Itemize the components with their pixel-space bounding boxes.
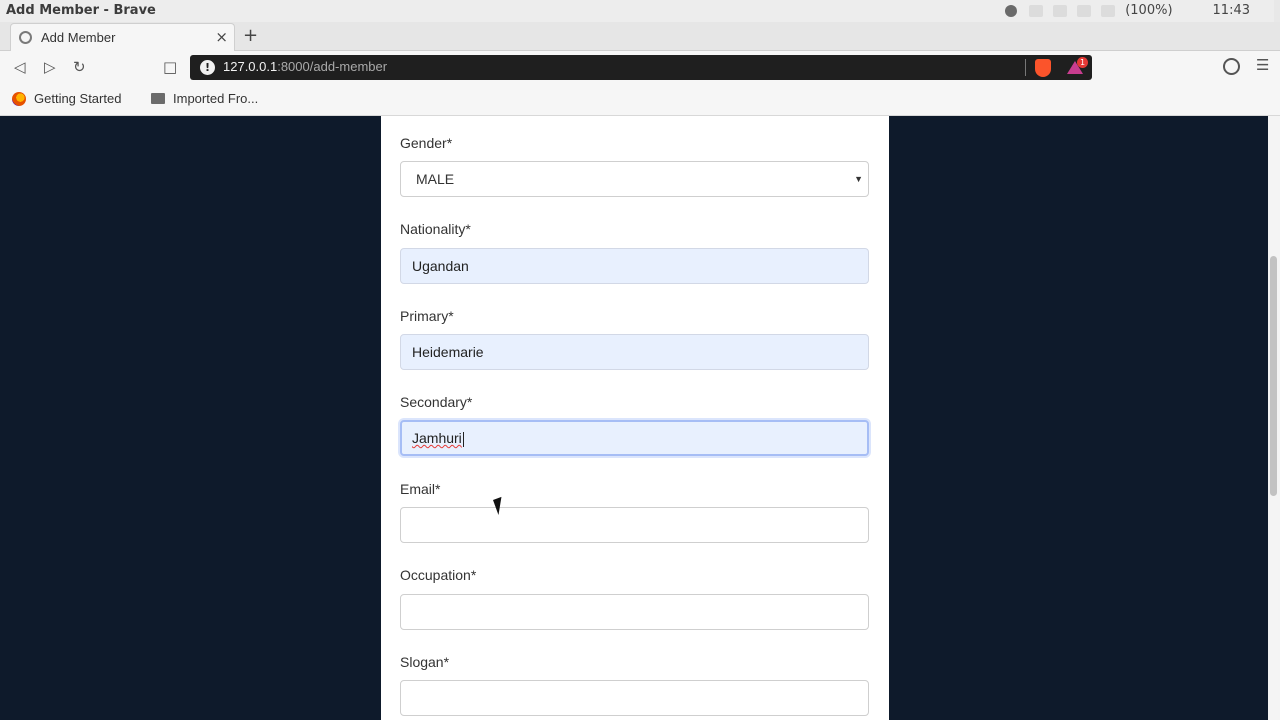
address-bar[interactable]: ! 127.0.0.1:8000/add-member 1 <box>190 55 1092 80</box>
secondary-value: Jamhuri <box>412 430 462 446</box>
nationality-value: Ugandan <box>412 258 469 274</box>
zoom-indicator[interactable]: (100%) <box>1125 3 1172 18</box>
profile-icon[interactable] <box>1223 58 1240 75</box>
bookmark-icon[interactable]: □ <box>163 58 177 76</box>
bookmark-imported-folder[interactable]: Imported Fro... <box>151 91 258 106</box>
bookmark-label: Getting Started <box>34 91 122 106</box>
url-separator <box>1025 59 1026 76</box>
url-text[interactable]: 127.0.0.1:8000/add-member <box>223 59 387 74</box>
window-title: Add Member - Brave <box>6 3 156 18</box>
tab-add-member[interactable]: Add Member × <box>10 23 235 51</box>
brave-shield-icon[interactable] <box>1035 59 1051 77</box>
back-icon[interactable]: ◁ <box>14 58 26 76</box>
os-title-bar: Add Member - Brave (100%) 11:43 <box>0 0 1280 22</box>
tray-network-icon[interactable] <box>1077 4 1092 17</box>
gender-select[interactable]: MALE ▼ <box>400 161 869 197</box>
tray-app-icon[interactable] <box>1029 4 1044 17</box>
menu-icon[interactable]: ☰ <box>1256 56 1269 74</box>
clock[interactable]: 11:43 <box>1213 3 1250 18</box>
scrollbar-thumb[interactable] <box>1270 256 1277 496</box>
gender-label: Gender* <box>400 135 453 151</box>
url-host: 127.0.0.1 <box>223 59 278 74</box>
nationality-label: Nationality* <box>400 221 471 237</box>
tray-volume-icon[interactable] <box>1101 4 1116 17</box>
secondary-label: Secondary* <box>400 394 473 410</box>
bookmark-getting-started[interactable]: Getting Started <box>12 91 121 106</box>
site-info-icon[interactable]: ! <box>200 60 215 75</box>
browser-toolbar: ◁ ▷ ↻ □ ! 127.0.0.1:8000/add-member 1 ☰ <box>0 51 1280 85</box>
bookmark-label: Imported Fro... <box>173 91 259 106</box>
forward-icon[interactable]: ▷ <box>44 58 56 76</box>
nationality-input[interactable]: Ugandan <box>400 248 869 284</box>
primary-value: Heidemarie <box>412 344 484 360</box>
tray-keyboard-icon[interactable] <box>1053 4 1068 17</box>
url-path: :8000/add-member <box>277 59 388 74</box>
slogan-input[interactable] <box>400 680 869 716</box>
primary-label: Primary* <box>400 308 454 324</box>
occupation-input[interactable] <box>400 594 869 630</box>
rewards-badge: 1 <box>1077 57 1088 68</box>
text-caret <box>462 431 464 447</box>
new-tab-button[interactable]: + <box>243 25 258 46</box>
email-input[interactable] <box>400 507 869 543</box>
primary-input[interactable]: Heidemarie <box>400 334 869 370</box>
reload-icon[interactable]: ↻ <box>73 58 86 76</box>
firefox-icon <box>12 91 26 106</box>
page-scrollbar[interactable] <box>1268 116 1280 720</box>
tab-strip: Add Member × + <box>0 22 1280 51</box>
bookmarks-bar: Getting Started Imported Fro... <box>0 85 1280 116</box>
folder-icon <box>151 93 165 104</box>
gender-selected-value: MALE <box>416 171 455 187</box>
close-tab-icon[interactable]: × <box>215 28 228 46</box>
tab-title: Add Member <box>41 30 116 45</box>
slogan-label: Slogan* <box>400 654 450 670</box>
secondary-input[interactable]: Jamhuri <box>400 420 869 456</box>
system-tray: (100%) 11:43 <box>1005 3 1250 18</box>
chevron-down-icon: ▼ <box>854 174 863 184</box>
globe-icon <box>19 31 32 44</box>
occupation-label: Occupation* <box>400 567 477 583</box>
add-member-form: Gender* MALE ▼ Nationality* Ugandan Prim… <box>381 116 889 720</box>
record-indicator-icon[interactable] <box>1005 4 1018 17</box>
email-label: Email* <box>400 481 441 497</box>
